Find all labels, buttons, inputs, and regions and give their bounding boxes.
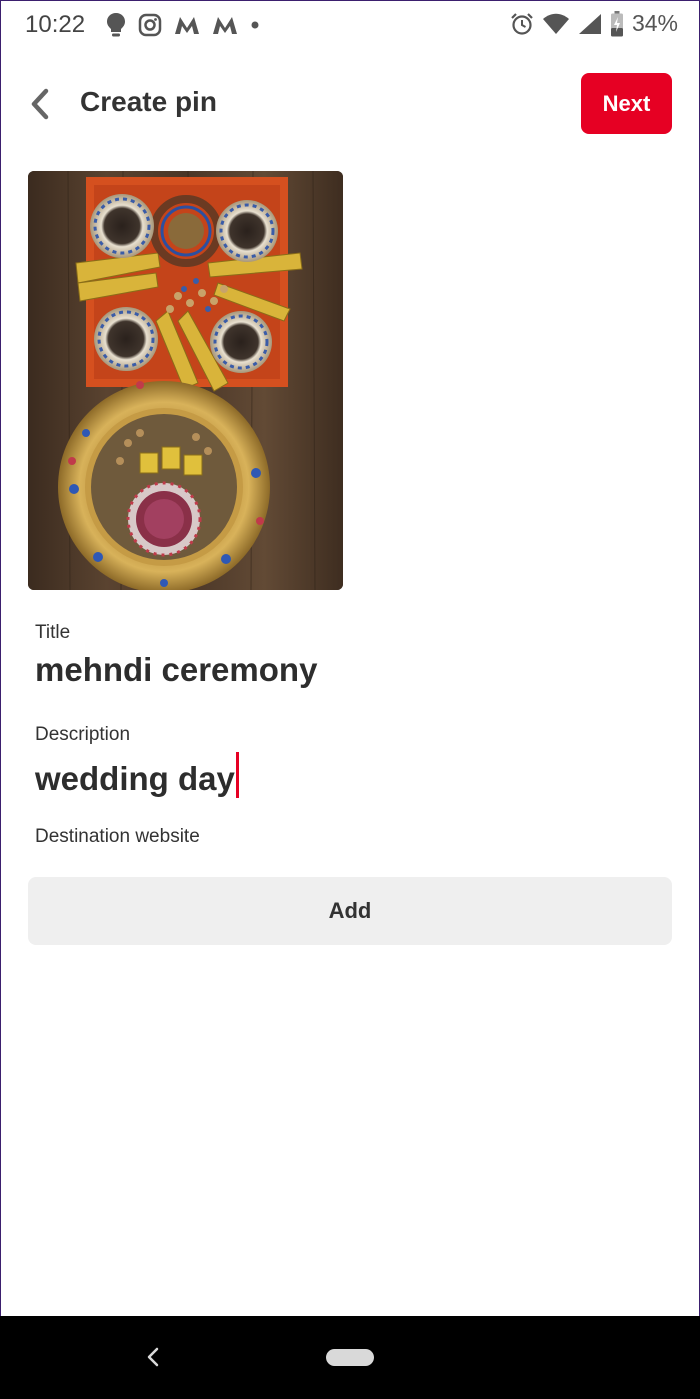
myntra-icon — [213, 17, 237, 34]
signal-icon — [578, 13, 601, 34]
title-field[interactable]: mehndi ceremony — [35, 651, 317, 689]
pin-image[interactable] — [28, 171, 343, 590]
title-label: Title — [35, 622, 71, 643]
description-text: wedding day — [35, 760, 235, 797]
page-title: Create pin — [80, 86, 217, 117]
app-header: Create pin Next — [0, 70, 700, 136]
battery-charging-icon — [610, 10, 623, 36]
destination-website-label: Destination website — [35, 826, 200, 847]
back-button[interactable] — [22, 84, 56, 124]
battery-percent: 34% — [631, 10, 678, 36]
system-nav-bar — [0, 1316, 700, 1399]
status-bar: 10:22 34% — [0, 0, 700, 52]
pin-photo — [28, 171, 343, 590]
add-website-button[interactable]: Add — [28, 877, 672, 945]
nav-home-pill[interactable] — [326, 1349, 374, 1366]
instagram-icon — [138, 13, 162, 37]
nav-back-button[interactable] — [140, 1342, 166, 1372]
dot-icon — [251, 21, 259, 29]
description-label: Description — [35, 724, 131, 745]
status-time: 10:22 — [25, 11, 86, 38]
next-button[interactable]: Next — [581, 73, 672, 134]
alarm-icon — [511, 12, 533, 35]
nav-back-icon — [147, 1347, 159, 1367]
wifi-icon — [542, 13, 569, 34]
text-cursor — [235, 752, 239, 798]
myntra-icon — [175, 17, 199, 34]
back-arrow-icon — [31, 88, 49, 120]
description-field[interactable]: wedding day — [35, 752, 239, 798]
system-icons: 34% — [510, 10, 678, 37]
lightbulb-icon — [107, 13, 125, 37]
notification-icons — [106, 12, 260, 38]
